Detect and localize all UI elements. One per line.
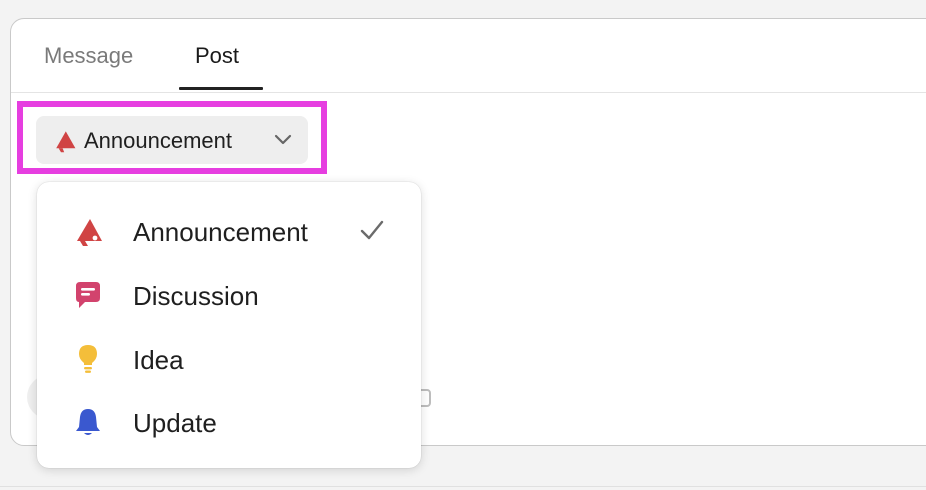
menu-item-idea[interactable]: Idea [37, 328, 421, 390]
menu-item-label: Announcement [133, 217, 308, 247]
post-type-dropdown: Announcement Discussion Idea Update [37, 182, 421, 468]
menu-item-label: Idea [133, 345, 184, 375]
post-type-selector[interactable]: Announcement [36, 116, 308, 164]
lightbulb-icon [79, 345, 97, 373]
menu-item-label: Update [133, 408, 217, 438]
checkmark-icon [360, 220, 384, 240]
chevron-down-icon [274, 134, 292, 145]
chat-bubble-icon [76, 282, 100, 308]
megaphone-icon [77, 219, 102, 246]
divider [0, 486, 926, 487]
tab-message[interactable]: Message [44, 43, 133, 69]
megaphone-icon [56, 131, 76, 153]
menu-item-update[interactable]: Update [37, 391, 421, 453]
menu-item-announcement[interactable]: Announcement [37, 200, 421, 262]
menu-item-discussion[interactable]: Discussion [37, 264, 421, 326]
post-type-label: Announcement [84, 128, 232, 153]
active-tab-indicator [179, 87, 263, 90]
menu-item-label: Discussion [133, 281, 259, 311]
tab-post[interactable]: Post [195, 43, 239, 69]
composer-tabs: Message Post [11, 19, 926, 93]
bell-icon [76, 409, 100, 435]
